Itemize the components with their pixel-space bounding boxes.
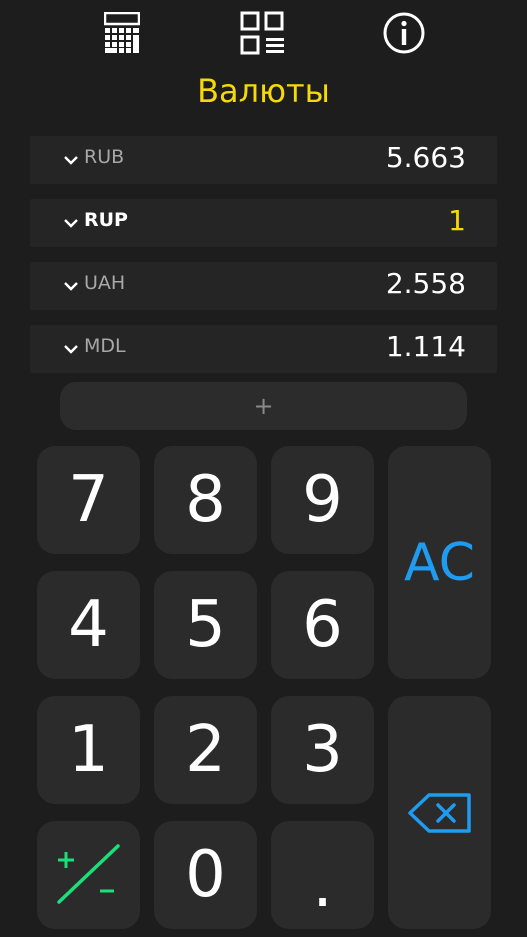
chevron-down-icon[interactable] <box>63 341 79 357</box>
chevron-down-icon[interactable] <box>63 152 79 168</box>
backspace-icon <box>407 792 471 833</box>
grid-list-button[interactable] <box>235 8 291 58</box>
key-label: 1 <box>68 713 109 787</box>
key-label: 5 <box>185 588 226 662</box>
plus-minus-icon <box>56 844 120 904</box>
toolbar <box>0 0 527 68</box>
add-currency-label: + <box>253 392 274 420</box>
currency-row-rup[interactable]: RUP 1 <box>30 199 497 247</box>
currency-row-mdl[interactable]: MDL 1.114 <box>30 325 497 373</box>
backspace-button[interactable] <box>388 696 491 929</box>
currency-row-uah[interactable]: UAH 2.558 <box>30 262 497 310</box>
currency-code: RUP <box>84 209 128 231</box>
key-label: 8 <box>185 463 226 537</box>
key-5[interactable]: 5 <box>154 571 257 679</box>
page-title: Валюты <box>197 72 330 110</box>
key-8[interactable]: 8 <box>154 446 257 554</box>
key-1[interactable]: 1 <box>37 696 140 804</box>
currency-code: MDL <box>84 335 126 357</box>
key-4[interactable]: 4 <box>37 571 140 679</box>
key-label: 9 <box>302 463 343 537</box>
sign-toggle-button[interactable] <box>37 821 140 929</box>
currency-value: 1 <box>448 204 466 237</box>
key-2[interactable]: 2 <box>154 696 257 804</box>
currency-code: RUB <box>84 146 125 168</box>
key-decimal[interactable]: . <box>271 821 374 929</box>
clear-label: AC <box>404 532 475 593</box>
chevron-down-icon[interactable] <box>63 278 79 294</box>
key-label: 7 <box>68 463 109 537</box>
currency-value: 2.558 <box>385 267 466 300</box>
key-7[interactable]: 7 <box>37 446 140 554</box>
key-9[interactable]: 9 <box>271 446 374 554</box>
key-label: 4 <box>68 588 109 662</box>
currency-row-rub[interactable]: RUB 5.663 <box>30 136 497 184</box>
key-label: 2 <box>185 713 226 787</box>
calculator-button[interactable] <box>94 8 150 58</box>
key-6[interactable]: 6 <box>271 571 374 679</box>
key-label: . <box>312 848 333 922</box>
currency-value: 5.663 <box>385 141 466 174</box>
grid-list-icon <box>240 11 284 55</box>
key-label: 3 <box>302 713 343 787</box>
info-button[interactable] <box>376 8 432 58</box>
app-window: Валюты RUB 5.663 RUP 1 UAH 2.558 MDL 1.1… <box>0 0 527 937</box>
clear-button[interactable]: AC <box>388 446 491 679</box>
currency-value: 1.114 <box>385 330 466 363</box>
key-0[interactable]: 0 <box>154 821 257 929</box>
chevron-down-icon[interactable] <box>63 215 79 231</box>
calculator-icon <box>104 12 140 53</box>
currency-code: UAH <box>84 272 126 294</box>
key-3[interactable]: 3 <box>271 696 374 804</box>
info-icon <box>383 12 425 54</box>
key-label: 6 <box>302 588 343 662</box>
add-currency-button[interactable]: + <box>60 382 467 430</box>
key-label: 0 <box>185 838 226 912</box>
